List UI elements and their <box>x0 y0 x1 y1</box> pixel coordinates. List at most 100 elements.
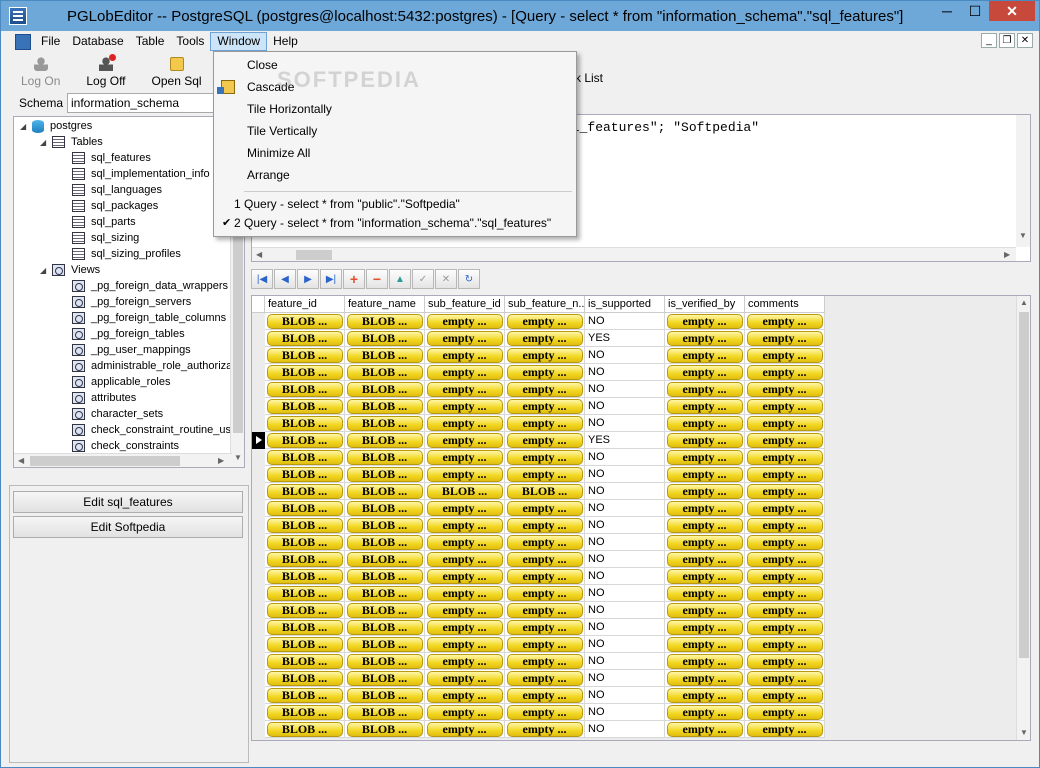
blob-button[interactable]: empty ... <box>746 670 823 686</box>
blob-button[interactable]: empty ... <box>746 687 823 703</box>
table-cell[interactable]: NO <box>585 704 665 721</box>
blob-button[interactable]: BLOB ... <box>266 347 343 363</box>
table-cell[interactable]: empty ... <box>425 704 505 721</box>
table-row[interactable]: BLOB ... BLOB ... empty ... empty ... NO empt… <box>265 517 825 534</box>
blob-button[interactable]: empty ... <box>506 721 583 737</box>
blob-button[interactable]: empty ... <box>746 500 823 516</box>
table-cell[interactable]: NO <box>585 381 665 398</box>
table-cell[interactable]: BLOB ... <box>345 364 425 381</box>
table-cell[interactable]: BLOB ... <box>265 313 345 330</box>
blob-button[interactable]: empty ... <box>426 313 503 329</box>
table-cell[interactable]: empty ... <box>665 551 745 568</box>
menu-item-window-1[interactable]: 1 Query - select * from "public"."Softpe… <box>234 194 460 214</box>
edit-record-button[interactable]: ▲ <box>389 269 411 289</box>
table-cell[interactable]: empty ... <box>505 636 585 653</box>
blob-button[interactable]: BLOB ... <box>346 449 423 465</box>
table-cell[interactable]: empty ... <box>745 398 825 415</box>
menu-window[interactable]: Window <box>210 32 268 51</box>
table-cell[interactable]: BLOB ... <box>345 568 425 585</box>
blob-button[interactable]: BLOB ... <box>346 636 423 652</box>
blob-button[interactable]: BLOB ... <box>266 687 343 703</box>
blob-button[interactable]: empty ... <box>666 415 743 431</box>
table-cell[interactable]: NO <box>585 670 665 687</box>
blob-button[interactable]: empty ... <box>506 381 583 397</box>
table-row[interactable]: BLOB ... BLOB ... empty ... empty ... NO empt… <box>265 534 825 551</box>
blob-button[interactable]: empty ... <box>506 466 583 482</box>
table-cell[interactable]: empty ... <box>665 466 745 483</box>
table-cell[interactable]: BLOB ... <box>345 534 425 551</box>
blob-button[interactable]: empty ... <box>746 364 823 380</box>
blob-button[interactable]: empty ... <box>746 619 823 635</box>
table-row[interactable]: BLOB ... BLOB ... empty ... empty ... NO empt… <box>265 585 825 602</box>
menu-database[interactable]: Database <box>66 32 129 51</box>
table-cell[interactable]: BLOB ... <box>265 687 345 704</box>
table-cell[interactable]: empty ... <box>425 398 505 415</box>
table-cell[interactable]: BLOB ... <box>265 483 345 500</box>
table-cell[interactable]: empty ... <box>745 313 825 330</box>
table-cell[interactable]: BLOB ... <box>265 381 345 398</box>
table-cell[interactable]: NO <box>585 398 665 415</box>
tree-item-applicable-roles[interactable]: applicable_roles <box>72 374 171 390</box>
blob-button[interactable]: empty ... <box>426 466 503 482</box>
table-cell[interactable]: NO <box>585 517 665 534</box>
blob-button[interactable]: empty ... <box>666 619 743 635</box>
mdi-restore-button[interactable]: ❐ <box>999 33 1015 48</box>
blob-button[interactable]: empty ... <box>746 517 823 533</box>
table-cell[interactable]: NO <box>585 313 665 330</box>
menu-item-tile-vertically[interactable]: Tile Vertically <box>247 121 317 141</box>
table-row[interactable]: BLOB ... BLOB ... empty ... empty ... NO empt… <box>265 602 825 619</box>
table-cell[interactable]: empty ... <box>665 449 745 466</box>
blob-button[interactable]: BLOB ... <box>266 619 343 635</box>
blob-button[interactable]: empty ... <box>506 534 583 550</box>
blob-button[interactable]: BLOB ... <box>266 534 343 550</box>
table-cell[interactable]: empty ... <box>505 568 585 585</box>
blob-button[interactable]: empty ... <box>426 381 503 397</box>
table-cell[interactable]: BLOB ... <box>345 602 425 619</box>
blob-button[interactable]: empty ... <box>746 483 823 499</box>
table-cell[interactable]: empty ... <box>425 619 505 636</box>
table-cell[interactable]: BLOB ... <box>265 449 345 466</box>
menu-table[interactable]: Table <box>130 32 171 51</box>
blob-button[interactable]: empty ... <box>426 653 503 669</box>
table-cell[interactable]: BLOB ... <box>345 398 425 415</box>
blob-button[interactable]: empty ... <box>666 602 743 618</box>
blob-button[interactable]: empty ... <box>426 636 503 652</box>
table-cell[interactable]: BLOB ... <box>345 653 425 670</box>
table-cell[interactable]: empty ... <box>665 381 745 398</box>
table-cell[interactable]: NO <box>585 347 665 364</box>
blob-button[interactable]: empty ... <box>506 585 583 601</box>
blob-button[interactable]: empty ... <box>506 347 583 363</box>
tree-item-sql-packages[interactable]: sql_packages <box>72 198 158 214</box>
column-header[interactable]: is_supported <box>585 296 665 313</box>
blob-button[interactable]: empty ... <box>426 551 503 567</box>
blob-button[interactable]: empty ... <box>426 500 503 516</box>
table-cell[interactable]: NO <box>585 721 665 738</box>
table-cell[interactable]: empty ... <box>745 585 825 602</box>
blob-button[interactable]: empty ... <box>506 636 583 652</box>
blob-button[interactable]: BLOB ... <box>266 517 343 533</box>
menu-item-arrange[interactable]: Arrange <box>247 165 290 185</box>
table-cell[interactable]: empty ... <box>665 330 745 347</box>
blob-button[interactable]: BLOB ... <box>346 568 423 584</box>
blob-button[interactable]: empty ... <box>666 347 743 363</box>
table-row[interactable]: BLOB ... BLOB ... empty ... empty ... NO empt… <box>265 670 825 687</box>
table-cell[interactable]: empty ... <box>745 500 825 517</box>
table-cell[interactable]: empty ... <box>505 653 585 670</box>
table-cell[interactable]: empty ... <box>745 483 825 500</box>
table-cell[interactable]: empty ... <box>505 313 585 330</box>
tree-item-administrable-role-authoriza[interactable]: administrable_role_authoriza <box>72 358 232 374</box>
blob-button[interactable]: empty ... <box>426 670 503 686</box>
blob-button[interactable]: empty ... <box>666 687 743 703</box>
blob-button[interactable]: empty ... <box>426 534 503 550</box>
table-cell[interactable]: NO <box>585 534 665 551</box>
table-cell[interactable]: BLOB ... <box>425 483 505 500</box>
blob-button[interactable]: BLOB ... <box>346 534 423 550</box>
prior-record-button[interactable]: ◀ <box>274 269 296 289</box>
mdi-minimize-button[interactable]: _ <box>981 33 997 48</box>
table-cell[interactable]: BLOB ... <box>345 704 425 721</box>
menu-item-minimize-all[interactable]: Minimize All <box>247 143 310 163</box>
table-cell[interactable]: BLOB ... <box>265 517 345 534</box>
blob-button[interactable]: BLOB ... <box>346 500 423 516</box>
scroll-thumb[interactable] <box>1019 312 1029 658</box>
cancel-record-button[interactable]: ✕ <box>435 269 457 289</box>
